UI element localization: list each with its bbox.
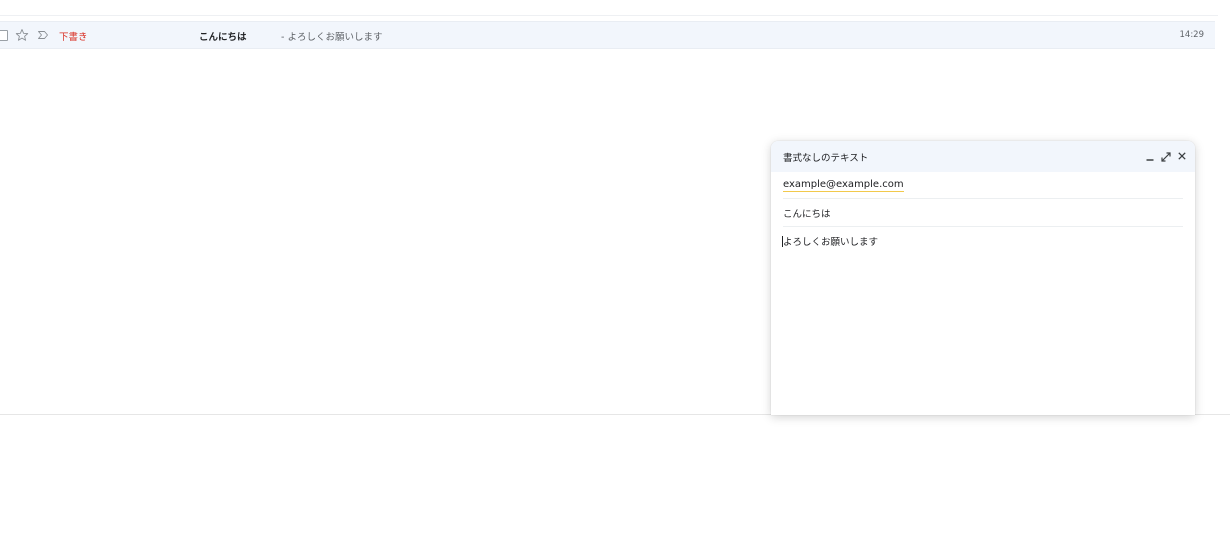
table-row[interactable]: 下書き こんにちは - よろしくお願いします 14:29	[0, 21, 1215, 49]
compose-header[interactable]: 書式なしのテキスト	[771, 141, 1195, 172]
row-subject: こんにちは	[199, 32, 247, 43]
row-snippet: - よろしくお願いします	[281, 32, 383, 43]
recipient-field[interactable]: example@example.com	[783, 172, 1183, 199]
body-text: よろしくお願いします	[783, 237, 879, 248]
compose-window: 書式なしのテキスト example@example.com こんにちは よろしく…	[771, 141, 1195, 415]
subject-value: こんにちは	[783, 209, 831, 220]
compose-actions	[1145, 149, 1187, 163]
close-icon[interactable]	[1177, 149, 1187, 163]
minimize-icon[interactable]	[1145, 149, 1155, 163]
expand-icon[interactable]	[1161, 149, 1171, 163]
subject-field[interactable]: こんにちは	[783, 200, 1183, 227]
message-body[interactable]: よろしくお願いします	[782, 234, 1182, 404]
compose-title: 書式なしのテキスト	[783, 153, 869, 164]
checkbox-icon[interactable]	[0, 30, 8, 41]
draft-label: 下書き	[59, 32, 88, 43]
recipient-chip[interactable]: example@example.com	[783, 179, 904, 192]
divider	[0, 15, 1218, 16]
star-icon[interactable]	[15, 27, 29, 43]
mail-app: 下書き こんにちは - よろしくお願いします 14:29 書式なしのテキスト e…	[0, 0, 1230, 415]
important-icon[interactable]	[36, 28, 50, 42]
row-time: 14:29	[1179, 30, 1205, 40]
